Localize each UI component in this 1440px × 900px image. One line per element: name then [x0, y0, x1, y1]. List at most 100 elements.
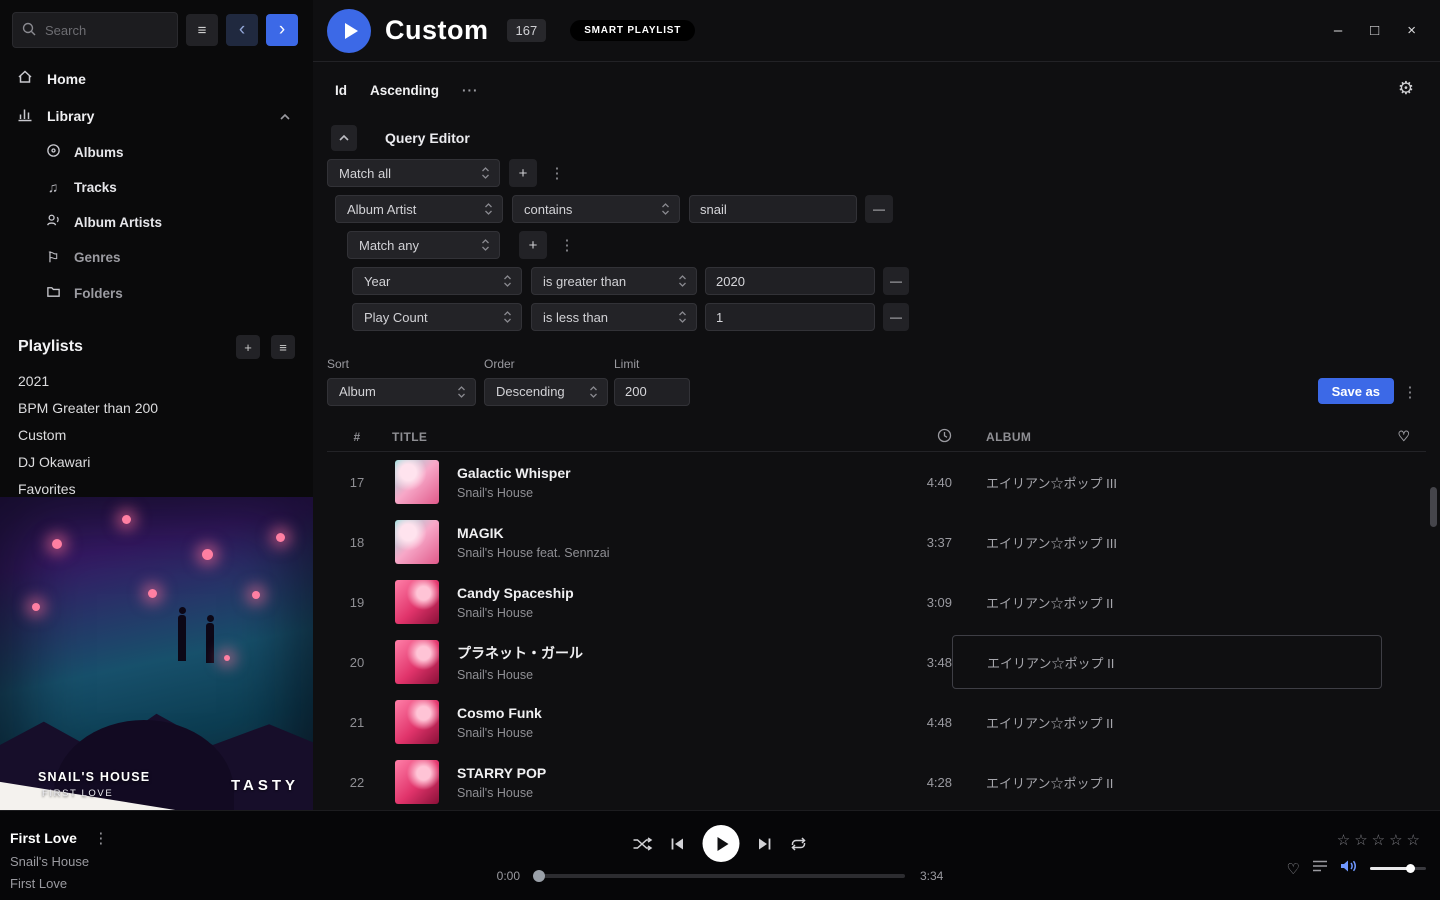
play-playlist-button[interactable] [327, 9, 371, 53]
rule-operator-dropdown[interactable]: is greater than [531, 267, 697, 295]
volume-slider[interactable] [1370, 867, 1426, 870]
nav-forward-button[interactable]: › [266, 14, 298, 46]
sidebar-item-library[interactable]: Library [0, 97, 313, 134]
window-controls: – □ × [1334, 22, 1426, 39]
collapse-query-editor-button[interactable] [331, 125, 357, 151]
remove-rule-button[interactable]: — [865, 195, 893, 223]
sidebar-item-label: Albums [74, 145, 124, 160]
sort-label: Sort [327, 357, 484, 371]
sidebar-item-home[interactable]: Home [0, 60, 313, 97]
track-duration: 3:09 [886, 595, 952, 610]
search-input[interactable] [12, 12, 178, 48]
updown-chevron-icon [484, 202, 493, 216]
rule-value-input[interactable] [705, 303, 875, 331]
next-track-button[interactable] [757, 837, 773, 851]
more-icon[interactable]: ··· [462, 83, 479, 98]
scrollbar-thumb[interactable] [1430, 487, 1437, 527]
table-row[interactable]: 20 プラネット・ガール Snail's House 3:48 エイリアン☆ポッ… [327, 632, 1426, 692]
track-album-selected-cell[interactable]: エイリアン☆ポップ II [952, 635, 1382, 689]
remove-rule-button[interactable]: — [883, 303, 909, 331]
rule-field-dropdown[interactable]: Play Count [352, 303, 522, 331]
star-icon[interactable]: ☆ [1407, 832, 1424, 849]
duration-column-clock-icon[interactable] [886, 428, 952, 446]
maximize-button[interactable]: □ [1370, 22, 1379, 39]
rule-value-input[interactable] [705, 267, 875, 295]
dropdown-value: Album [339, 384, 376, 399]
dropdown-value: Year [364, 274, 390, 289]
seek-handle[interactable] [533, 870, 545, 882]
column-number[interactable]: # [327, 430, 387, 444]
play-icon [345, 23, 358, 39]
sort-direction[interactable]: Ascending [370, 83, 439, 98]
save-as-button[interactable]: Save as [1318, 378, 1394, 404]
plus-icon: + [244, 340, 252, 355]
sidebar-item-album-artists[interactable]: Album Artists [0, 204, 313, 240]
queue-icon[interactable] [1312, 859, 1328, 878]
previous-track-button[interactable] [670, 837, 686, 851]
favorite-column-heart-icon[interactable]: ♡ [1382, 428, 1426, 445]
rule-value-input[interactable] [689, 195, 857, 223]
gear-icon[interactable]: ⚙ [1398, 78, 1414, 99]
volume-handle[interactable] [1406, 864, 1415, 873]
repeat-button[interactable] [790, 837, 808, 851]
menu-button[interactable]: ≡ [186, 14, 218, 46]
app-window: ≡ ‹ › Home Library [0, 0, 1440, 900]
star-icon[interactable]: ☆ [1372, 832, 1389, 849]
rule-field-dropdown[interactable]: Album Artist [335, 195, 503, 223]
favorite-heart-icon[interactable]: ♡ [1287, 860, 1300, 878]
minimize-button[interactable]: – [1334, 22, 1342, 39]
rating-stars[interactable]: ☆☆☆☆☆ [1337, 831, 1424, 849]
lantern-glow [224, 655, 230, 661]
volume-icon[interactable] [1340, 859, 1358, 878]
star-icon[interactable]: ☆ [1389, 832, 1406, 849]
album-art-thumbnail [395, 460, 439, 504]
limit-input[interactable] [614, 378, 690, 406]
query-editor-header: Query Editor [331, 125, 1440, 151]
sidebar-item-folders[interactable]: Folders [0, 275, 313, 311]
shuffle-button[interactable] [633, 837, 653, 851]
playlist-item[interactable]: BPM Greater than 200 [0, 394, 313, 421]
sidebar-item-genres[interactable]: ⚐ Genres [0, 240, 313, 275]
rule-operator-dropdown[interactable]: is less than [531, 303, 697, 331]
column-album[interactable]: ALBUM [986, 430, 1382, 444]
sidebar-item-tracks[interactable]: ♫ Tracks [0, 170, 313, 204]
group-match-mode-dropdown[interactable]: Match any [347, 231, 500, 259]
add-playlist-button[interactable]: + [236, 335, 260, 359]
nav-back-button[interactable]: ‹ [226, 14, 258, 46]
star-icon[interactable]: ☆ [1337, 832, 1354, 849]
sort-field[interactable]: Id [335, 83, 347, 98]
rule-operator-dropdown[interactable]: contains [512, 195, 680, 223]
match-mode-dropdown[interactable]: Match all [327, 159, 500, 187]
dropdown-value: Match all [339, 166, 391, 181]
playlist-item[interactable]: Custom [0, 421, 313, 448]
table-row[interactable]: 19 Candy Spaceship Snail's House 3:09 エイ… [327, 572, 1426, 632]
track-artist: Snail's House [457, 668, 886, 682]
star-icon[interactable]: ☆ [1354, 832, 1371, 849]
playlist-item[interactable]: 2021 [0, 367, 313, 394]
kebab-icon[interactable]: ⋮ [91, 829, 111, 847]
table-row[interactable]: 18 MAGIK Snail's House feat. Sennzai 3:3… [327, 512, 1426, 572]
add-rule-button[interactable]: + [509, 159, 537, 187]
order-dropdown[interactable]: Descending [484, 378, 608, 406]
add-group-rule-button[interactable]: + [519, 231, 547, 259]
remove-rule-button[interactable]: — [883, 267, 909, 295]
rule-field-dropdown[interactable]: Year [352, 267, 522, 295]
table-row[interactable]: 21 Cosmo Funk Snail's House 4:48 エイリアン☆ポ… [327, 692, 1426, 752]
play-pause-button[interactable] [703, 825, 740, 862]
playlist-item[interactable]: DJ Okawari [0, 448, 313, 475]
collapse-chevron-icon[interactable] [279, 108, 291, 124]
table-row[interactable]: 22 STARRY POP Snail's House 4:28 エイリアン☆ポ… [327, 752, 1426, 810]
table-row[interactable]: 17 Galactic Whisper Snail's House 4:40 エ… [327, 452, 1426, 512]
kebab-icon[interactable]: ⋮ [547, 164, 567, 182]
close-button[interactable]: × [1407, 22, 1416, 39]
next-icon [757, 837, 773, 851]
sidebar-item-label: Tracks [74, 180, 117, 195]
playlist-list-button[interactable]: ≡ [271, 335, 295, 359]
kebab-icon[interactable]: ⋮ [557, 236, 577, 254]
column-title[interactable]: TITLE [387, 430, 886, 444]
seek-bar[interactable] [535, 874, 905, 878]
kebab-icon[interactable]: ⋮ [1400, 383, 1420, 401]
sidebar-item-albums[interactable]: Albums [0, 134, 313, 170]
hamburger-icon: ≡ [198, 22, 207, 39]
sort-dropdown[interactable]: Album [327, 378, 476, 406]
